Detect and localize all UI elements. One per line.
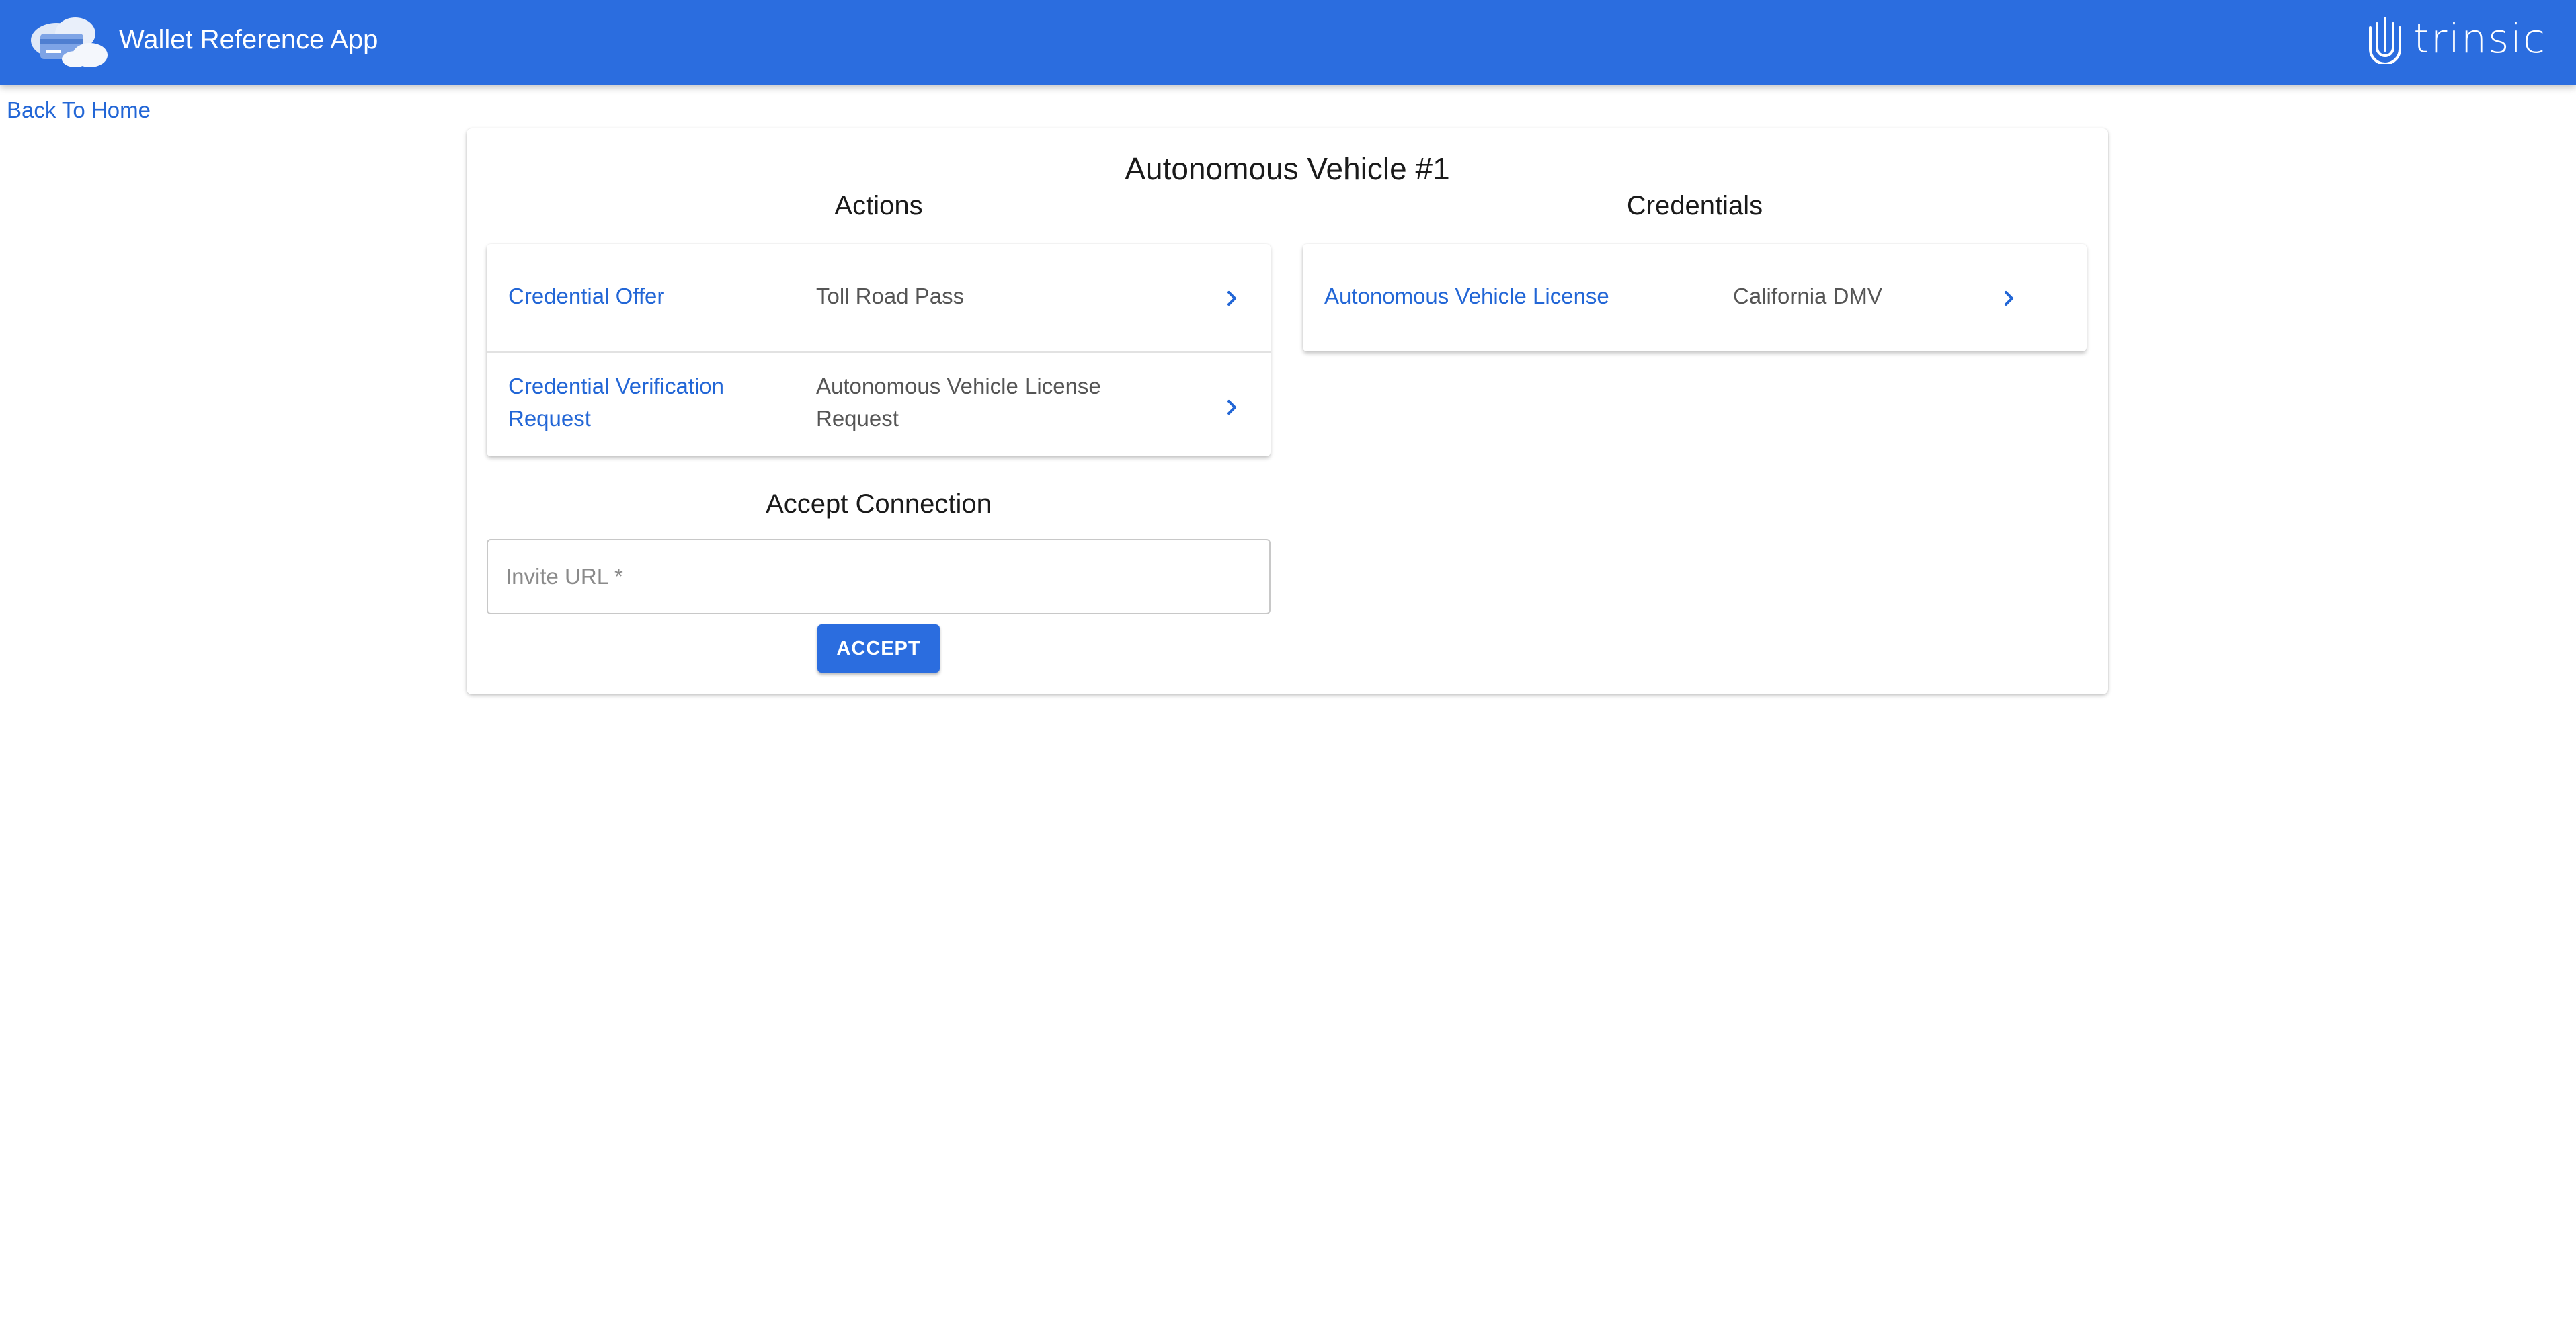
vehicle-card: Autonomous Vehicle #1 Actions Credential… [467,128,2108,694]
credential-name-label[interactable]: Autonomous Vehicle License [1324,280,1701,313]
action-type-label[interactable]: Credential Verification Request [508,370,777,435]
actions-heading: Actions [834,191,923,220]
accept-connection-heading: Accept Connection [766,489,992,519]
chevron-right-icon[interactable] [1222,288,1242,308]
credential-row-av-license[interactable]: Autonomous Vehicle License California DM… [1303,244,2087,351]
chevron-right-icon[interactable] [1222,397,1242,417]
actions-list: Credential Offer Toll Road Pass Credenti… [487,244,1271,456]
action-row-credential-offer[interactable]: Credential Offer Toll Road Pass [487,244,1271,353]
accept-button[interactable]: ACCEPT [817,624,940,673]
credentials-list: Autonomous Vehicle License California DM… [1303,244,2087,351]
invite-url-input[interactable] [487,539,1271,614]
app-title: Wallet Reference App [119,25,378,54]
credential-issuer-value: California DMV [1733,284,1882,308]
page-title: Autonomous Vehicle #1 [1125,151,1450,186]
app-bar: Wallet Reference App trinsic [0,0,2576,85]
action-detail-value: Autonomous Vehicle License Request [816,374,1101,431]
chevron-right-icon[interactable] [1999,288,2019,308]
back-to-home-link[interactable]: Back To Home [7,97,151,124]
brand-name: trinsic [2413,15,2546,63]
trinsic-fingerprint-icon [2369,17,2402,64]
action-type-label[interactable]: Credential Offer [508,280,791,313]
brand: trinsic [2366,12,2546,66]
action-row-verification-request[interactable]: Credential Verification Request Autonomo… [487,353,1271,456]
cloud-wallet-icon [31,17,108,67]
credentials-heading: Credentials [1626,191,1763,220]
action-detail-value: Toll Road Pass [816,284,965,308]
